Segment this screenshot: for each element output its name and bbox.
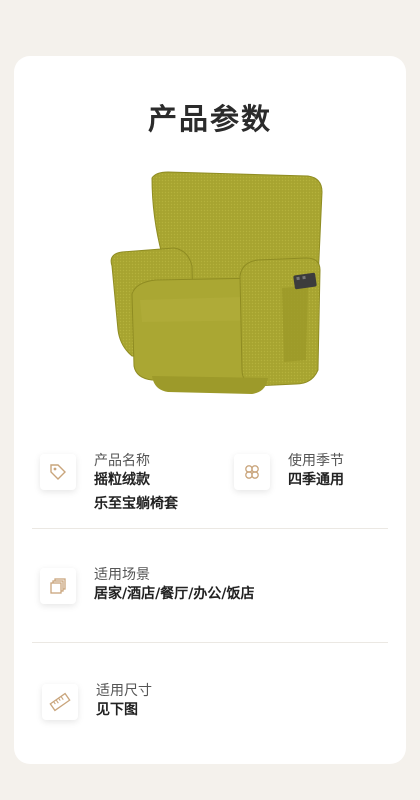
season-value: 四季通用 (288, 472, 344, 488)
tag-icon (40, 454, 76, 490)
param-season: 使用季节 四季通用 (234, 453, 394, 504)
product-name-label: 产品名称 (94, 453, 150, 469)
size-value: 见下图 (96, 702, 138, 718)
size-label: 适用尺寸 (96, 683, 152, 699)
param-size: 适用尺寸 见下图 (42, 683, 242, 734)
clover-icon (234, 454, 270, 490)
scene-label: 适用场景 (94, 567, 150, 583)
product-params-card: 产品参数 产品名称 摇粒绒款 乐至宝躺椅套 使用季节 四季通用 适用场景 居家/… (14, 56, 406, 764)
param-scene: 适用场景 居家/酒店/餐厅/办公/饭店 (40, 567, 380, 618)
param-product-name: 产品名称 摇粒绒款 乐至宝躺椅套 (40, 453, 220, 524)
recliner-chair-image (110, 171, 323, 394)
stack-icon (40, 568, 76, 604)
product-name-value-line1: 摇粒绒款 (94, 472, 150, 488)
page-title: 产品参数 (147, 102, 272, 136)
product-name-value-line2: 乐至宝躺椅套 (94, 496, 178, 512)
divider-2 (32, 642, 388, 643)
scene-value: 居家/酒店/餐厅/办公/饭店 (94, 586, 255, 602)
season-label: 使用季节 (288, 453, 344, 469)
ruler-icon (42, 684, 78, 720)
divider-1 (32, 528, 388, 529)
